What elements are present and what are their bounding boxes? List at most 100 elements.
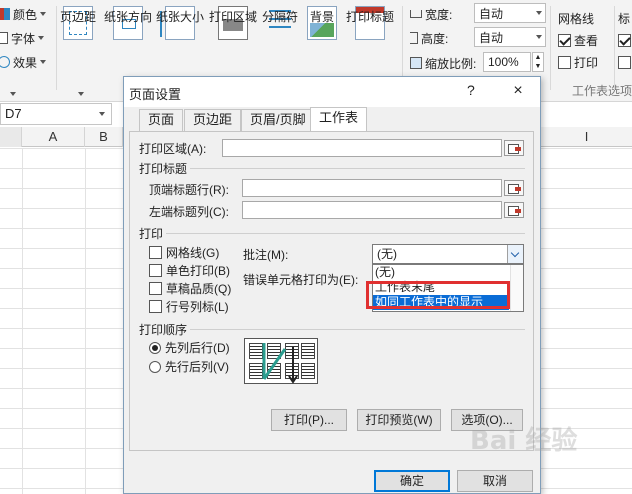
headings-group-label: 标 [618,11,631,26]
dropdown-scrollbar[interactable] [510,265,523,311]
gridlines-print-row[interactable]: 打印 [558,52,598,72]
print-group-title: 打印 [139,227,164,241]
tab-sheet[interactable]: 工作表 [310,107,368,132]
headings-print-checkbox[interactable] [618,55,631,69]
black-white-option[interactable]: 单色打印(B) [149,262,230,279]
name-box[interactable]: D7 [0,103,112,125]
gridlines-checkbox[interactable] [149,246,162,259]
zoom-icon [410,57,422,69]
gridlines-print-checkbox[interactable] [558,55,571,69]
chevron-down-icon [536,35,542,39]
draft-quality-checkbox[interactable] [149,282,162,295]
orientation-label: 纸张方向 [103,10,152,24]
print-titles-button[interactable]: 打印标题 [340,4,400,80]
gridlines-view-row[interactable]: 查看 [558,30,598,50]
orientation-button[interactable]: 纸张方向 [98,4,158,80]
group-divider [190,168,525,169]
group-divider [190,329,525,330]
down-then-over-option[interactable]: 先列后行(D) [149,339,230,356]
over-then-down-radio[interactable] [149,360,161,373]
tab-page[interactable]: 页面 [139,109,184,131]
height-label: 高度: [421,31,449,46]
background-label: 背景 [309,10,334,24]
gridlines-option[interactable]: 网格线(G) [149,244,219,261]
tab-header-footer[interactable]: 页眉/页脚 [241,109,315,131]
over-then-down-label: 先行后列(V) [165,360,229,374]
sheet-options-group-label: 工作表选项 [572,83,632,98]
row-col-headings-option[interactable]: 行号列标(L) [149,298,229,315]
gridlines-view-checkbox[interactable] [558,33,571,47]
down-then-over-label: 先列后行(D) [165,341,230,355]
left-cols-input[interactable] [242,201,502,219]
column-header-b[interactable]: B [85,127,123,147]
over-then-down-option[interactable]: 先行后列(V) [149,358,229,375]
row-col-headings-checkbox[interactable] [149,300,162,313]
theme-colors-icon [0,8,10,20]
ok-button[interactable]: 确定 [374,470,450,492]
column-header-i[interactable]: I [541,127,632,147]
tab-margins[interactable]: 页边距 [184,109,242,131]
comments-value: (无) [377,247,397,261]
print-area-input[interactable] [222,139,502,157]
theme-fonts-button[interactable]: 字体 [0,28,45,48]
group-collapse-icon[interactable] [10,84,16,104]
gridlines-option-label: 网格线(G) [166,246,220,260]
top-rows-label: 顶端标题行(R): [149,183,229,197]
margins-label: 页边距 [59,10,96,24]
chevron-down-icon [40,12,47,16]
print-titles-label: 打印标题 [345,10,394,24]
print-order-group-title: 打印顺序 [139,323,188,337]
width-icon [410,10,422,18]
dialog-title: 页面设置 [129,87,182,102]
chevron-down-icon [38,36,45,40]
group-divider [166,233,525,234]
black-white-checkbox[interactable] [149,264,162,277]
theme-fonts-label: 字体 [11,31,36,46]
theme-colors-label: 颜色 [13,7,38,22]
print-order-preview-icon [244,338,318,384]
headings-view-checkbox-row[interactable] [618,30,631,50]
zoom-spin-arrows[interactable]: ▲ ▼ [532,52,544,72]
zoom-spinner[interactable]: 100% [483,52,531,72]
paper-size-button[interactable]: 纸张大小 [150,4,210,80]
watermark-logo: Bai 经验 [470,426,578,456]
top-rows-ref-icon[interactable] [504,180,524,196]
dropdown-option-none[interactable]: (无) [373,265,523,280]
highlight-annotation-box [366,281,510,309]
print-area-ref-icon[interactable] [504,140,524,156]
headings-view-checkbox[interactable] [618,33,631,47]
width-select[interactable]: 自动 [474,3,546,23]
select-all-corner[interactable] [0,127,22,147]
left-cols-ref-icon[interactable] [504,202,524,218]
theme-colors-button[interactable]: 颜色 [0,4,47,24]
print-button[interactable]: 打印(P)... [271,409,347,431]
width-label: 宽度: [425,7,453,22]
print-preview-button[interactable]: 打印预览(W) [357,409,441,431]
theme-effects-label: 效果 [13,55,38,70]
paper-size-label: 纸张大小 [155,10,204,24]
close-icon[interactable]: × [508,81,528,101]
chevron-down-icon[interactable] [507,245,523,263]
zoom-label-row: 缩放比例: [410,53,476,73]
gridlines-view-label: 查看 [574,33,599,48]
print-area-field-label: 打印区域(A): [139,142,207,156]
width-value: 自动 [479,6,504,21]
print-titles-group-title: 打印标题 [139,162,188,176]
headings-print-checkbox-row[interactable] [618,52,631,72]
down-then-over-radio[interactable] [149,341,161,354]
dialog-title-bar[interactable]: 页面设置 ? × [124,77,540,107]
comments-label: 批注(M): [243,248,289,262]
group-collapse-icon[interactable] [78,84,84,104]
top-rows-input[interactable] [242,179,502,197]
ribbon-divider [550,6,551,90]
draft-quality-option[interactable]: 草稿品质(Q) [149,280,231,297]
column-header-a[interactable]: A [22,127,85,147]
height-select[interactable]: 自动 [474,27,546,47]
comments-select[interactable]: (无) [372,244,524,264]
help-icon[interactable]: ? [467,82,475,98]
theme-effects-button[interactable]: 效果 [0,52,47,72]
cancel-button[interactable]: 取消 [457,470,533,492]
sheet-tab-panel: 打印区域(A): 打印标题 顶端标题行(R): 左端标题列(C): 打印 网格线… [129,131,534,451]
width-label-row: 宽度: [410,4,452,24]
left-cols-label: 左端标题列(C): [149,205,229,219]
